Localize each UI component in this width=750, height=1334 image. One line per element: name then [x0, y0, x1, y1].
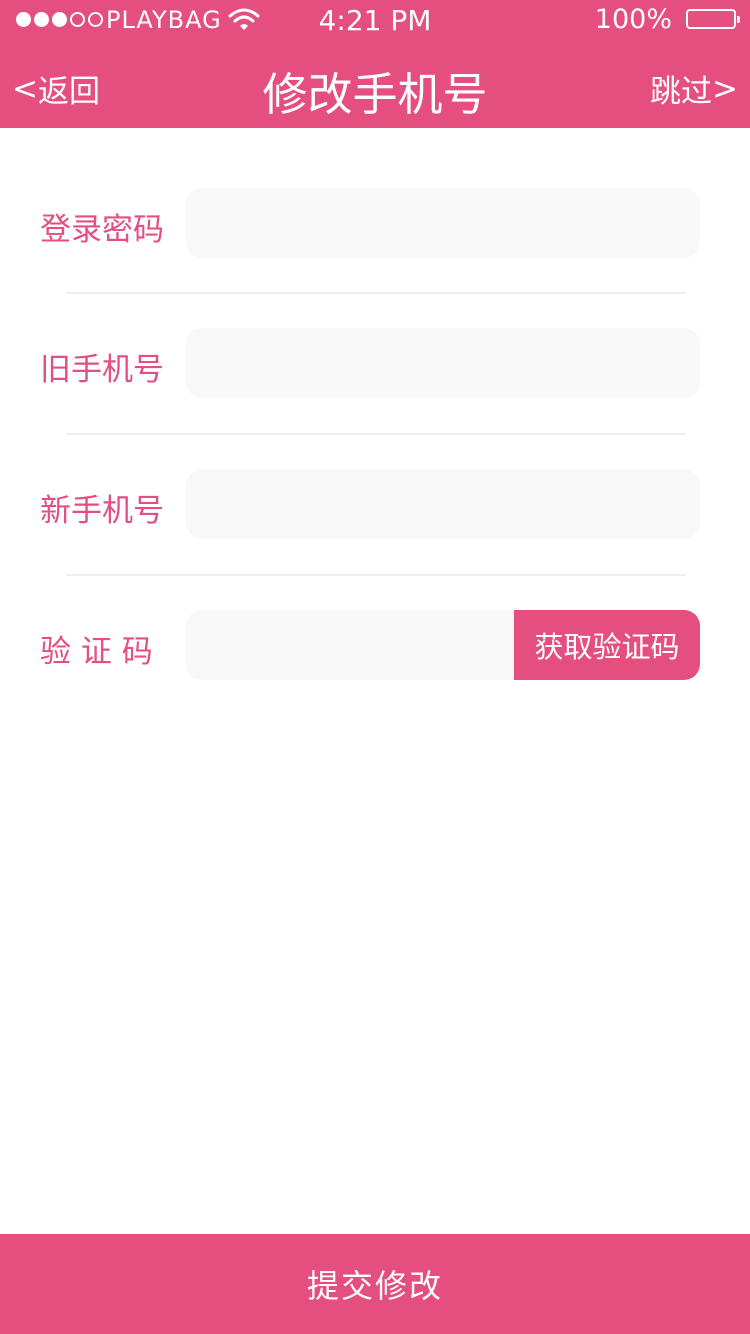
password-row: 登录密码: [0, 188, 750, 258]
chevron-right-icon: >: [712, 70, 738, 107]
get-code-button[interactable]: 获取验证码: [514, 610, 700, 680]
battery-percentage: 100%: [594, 4, 672, 35]
divider: [66, 292, 686, 294]
new-phone-input[interactable]: [186, 469, 700, 539]
verification-code-input[interactable]: [186, 610, 546, 680]
verification-code-row: 验 证 码 获取验证码: [0, 610, 750, 680]
divider: [66, 433, 686, 435]
verification-code-label: 验 证 码: [40, 634, 153, 670]
old-phone-row: 旧手机号: [0, 328, 750, 398]
password-label: 登录密码: [40, 212, 164, 248]
battery-icon: [686, 9, 740, 29]
new-phone-row: 新手机号: [0, 469, 750, 539]
new-phone-label: 新手机号: [40, 493, 164, 529]
password-input[interactable]: [186, 188, 700, 258]
skip-label: 跳过: [650, 74, 713, 110]
header: PLAYBAG 4:21 PM 100% < 返回 修改手机号 跳过 >: [0, 0, 750, 128]
submit-button[interactable]: 提交修改: [0, 1234, 750, 1334]
page-title: 修改手机号: [262, 68, 488, 121]
divider: [66, 574, 686, 576]
old-phone-label: 旧手机号: [40, 352, 164, 388]
status-bar: PLAYBAG 4:21 PM 100%: [0, 0, 750, 40]
skip-button[interactable]: 跳过 >: [650, 66, 738, 111]
old-phone-input[interactable]: [186, 328, 700, 398]
